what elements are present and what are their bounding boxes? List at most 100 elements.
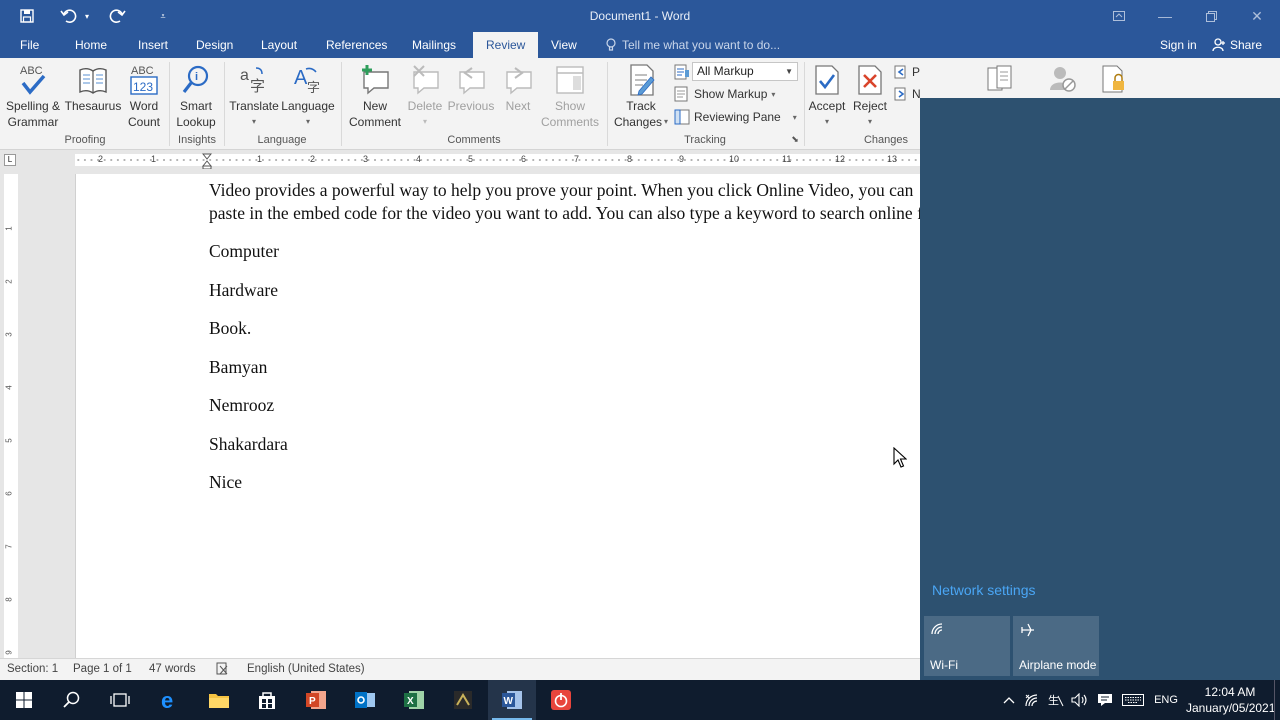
paragraph-line[interactable]: paste in the embed code for the video yo… (209, 203, 920, 224)
language-button[interactable]: A字 Language ▾ (280, 62, 336, 130)
reject-dropdown-icon[interactable]: ▾ (850, 114, 890, 130)
volume-icon[interactable] (1070, 680, 1090, 720)
input-method-icon[interactable]: 生 (1046, 680, 1066, 720)
outlook-button[interactable] (341, 680, 389, 720)
show-markup-button[interactable]: Show Markup ▾ (674, 84, 775, 104)
tab-layout[interactable]: Layout (255, 32, 303, 58)
document-area[interactable]: Video provides a powerful way to help yo… (22, 170, 920, 658)
show-desktop-button[interactable] (1274, 680, 1280, 720)
edge-button[interactable]: e (146, 680, 194, 720)
ribbon-display-options-icon[interactable] (1096, 0, 1142, 32)
list-item[interactable]: Hardware (209, 280, 278, 301)
delete-dropdown-icon[interactable]: ▾ (404, 114, 446, 130)
store-button[interactable] (243, 680, 291, 720)
tab-mailings[interactable]: Mailings (406, 32, 462, 58)
show-comments-label-2: Comments (540, 115, 599, 129)
thesaurus-button[interactable]: Thesaurus (64, 62, 122, 114)
start-button[interactable] (0, 680, 48, 720)
list-item[interactable]: Computer (209, 241, 279, 262)
tab-references[interactable]: References (320, 32, 393, 58)
network-tray-icon[interactable] (1022, 680, 1042, 720)
show-comments-button[interactable]: Show Comments (538, 62, 602, 130)
search-button[interactable] (48, 680, 96, 720)
block-authors-icon[interactable] (1048, 64, 1078, 97)
show-hidden-icons-icon[interactable] (1000, 680, 1018, 720)
new-comment-button[interactable]: New Comment (344, 62, 406, 130)
spelling-label-1: Spelling & (5, 99, 61, 113)
share-button[interactable]: Share (1212, 32, 1262, 58)
compare-icon[interactable] (986, 64, 1014, 97)
word-button[interactable]: W (488, 680, 536, 720)
tab-design[interactable]: Design (190, 32, 239, 58)
indent-marker-icon[interactable] (201, 153, 213, 170)
accept-button[interactable]: Accept ▾ (806, 62, 848, 130)
file-explorer-button[interactable] (195, 680, 243, 720)
status-section[interactable]: Section: 1 (7, 663, 58, 675)
tracking-options-launcher-icon[interactable]: ⬊ (790, 134, 800, 145)
translate-dropdown-icon[interactable]: ▾ (228, 114, 280, 130)
reject-button[interactable]: Reject ▾ (850, 62, 890, 130)
touch-keyboard-icon[interactable] (1120, 680, 1146, 720)
delete-comment-button[interactable]: Delete ▾ (404, 62, 446, 130)
next-comment-button[interactable]: Next (498, 62, 538, 114)
tab-selector-icon[interactable]: L (4, 154, 16, 166)
smart-lookup-button[interactable]: i Smart Lookup (172, 62, 220, 130)
clock[interactable]: 12:04 AM January/05/2021 (1186, 684, 1275, 716)
horizontal-ruler[interactable]: L 2 1 1 2 3 4 5 6 7 8 9 10 11 12 13 (0, 150, 920, 170)
store-icon (259, 692, 275, 709)
list-item[interactable]: Book. (209, 318, 251, 339)
next-change-button[interactable]: Next (894, 84, 920, 104)
group-language-label: Language (257, 134, 307, 146)
svg-text:W: W (504, 696, 514, 707)
list-item[interactable]: Nice (209, 472, 242, 493)
document-page[interactable]: Video provides a powerful way to help yo… (75, 174, 920, 658)
tab-home[interactable]: Home (69, 32, 113, 58)
status-word-count[interactable]: 47 words (149, 663, 196, 675)
status-page[interactable]: Page 1 of 1 (73, 663, 132, 675)
ruler-mark: 3 (363, 154, 369, 164)
tab-view[interactable]: View (545, 32, 583, 58)
tab-insert[interactable]: Insert (132, 32, 174, 58)
previous-change-button[interactable]: Previous (894, 62, 920, 82)
list-item[interactable]: Shakardara (209, 434, 288, 455)
previous-comment-button[interactable]: Previous (446, 62, 496, 114)
list-item[interactable]: Bamyan (209, 357, 267, 378)
minimize-icon[interactable]: — (1142, 0, 1188, 32)
paragraph-line[interactable]: Video provides a powerful way to help yo… (209, 180, 913, 201)
spelling-grammar-button[interactable]: ABC Spelling & Grammar (4, 62, 62, 130)
display-for-review-select[interactable]: All Markup ▼ (692, 62, 798, 81)
list-item[interactable]: Nemrooz (209, 395, 274, 416)
close-icon[interactable]: ✕ (1234, 0, 1280, 32)
reviewing-pane-button[interactable]: Reviewing Pane ▾ (674, 107, 797, 127)
group-separator (224, 62, 225, 146)
status-language[interactable]: English (United States) (247, 663, 365, 675)
shutdown-app-button[interactable] (537, 680, 585, 720)
proofing-status-icon[interactable] (216, 662, 230, 678)
excel-button[interactable]: X (390, 680, 438, 720)
ruler-mark: 13 (887, 154, 898, 164)
language-dropdown-icon[interactable]: ▾ (280, 114, 336, 130)
restrict-editing-icon[interactable] (1100, 64, 1128, 97)
vertical-ruler[interactable]: 1 2 3 4 5 6 7 8 9 (4, 174, 18, 658)
track-changes-button[interactable]: Track Changes ▾ (610, 62, 672, 130)
reject-icon (850, 62, 890, 98)
powerpoint-button[interactable]: P (292, 680, 340, 720)
task-view-button[interactable] (96, 680, 144, 720)
translate-button[interactable]: a字 Translate ▾ (228, 62, 280, 130)
tab-review[interactable]: Review (473, 32, 539, 58)
action-center-tray-icon[interactable] (1094, 680, 1116, 720)
language-indicator[interactable]: ENG (1150, 680, 1182, 720)
track-changes-dropdown-icon[interactable]: ▾ (664, 114, 668, 130)
next-change-label: Next (912, 87, 920, 101)
svg-text:字: 字 (250, 77, 265, 95)
tab-file[interactable]: File (14, 32, 45, 58)
tell-me-box[interactable]: Tell me what you want to do... (606, 32, 780, 58)
sign-in-link[interactable]: Sign in (1160, 32, 1197, 58)
airplane-mode-tile[interactable]: Airplane mode (1013, 616, 1099, 676)
restore-icon[interactable] (1188, 0, 1234, 32)
word-count-button[interactable]: ABC 123 Word Count (124, 62, 164, 130)
accept-dropdown-icon[interactable]: ▾ (806, 114, 848, 130)
network-settings-link[interactable]: Network settings (932, 582, 1035, 598)
app-button[interactable] (439, 680, 487, 720)
wifi-tile[interactable]: Wi-Fi (924, 616, 1010, 676)
